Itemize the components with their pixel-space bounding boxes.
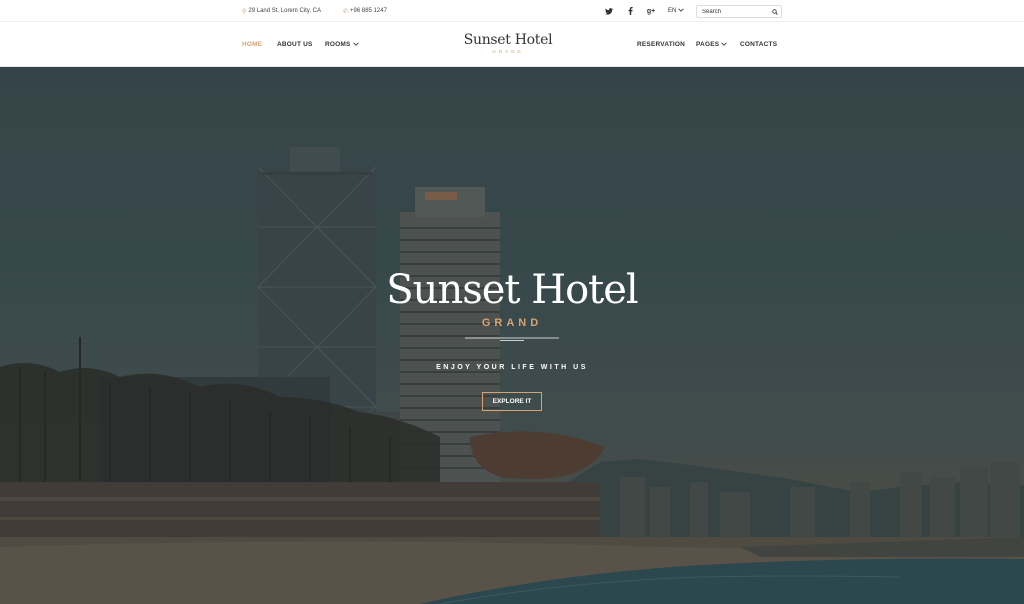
phone-icon: ✆ <box>343 8 349 15</box>
search-input[interactable] <box>697 6 769 17</box>
nav-pages[interactable]: PAGES <box>696 22 727 67</box>
logo-sub: GRAND <box>492 49 524 54</box>
nav-pages-label: PAGES <box>696 41 720 48</box>
contact-phone: ✆ +96 885 1247 <box>343 0 387 22</box>
contact-address: ⚲ 29 Land St. Lorem City, CA <box>242 0 321 22</box>
explore-button[interactable]: EXPLORE IT <box>482 392 542 411</box>
nav-rooms[interactable]: ROOMS <box>325 22 359 67</box>
hero-section: Sunset Hotel GRAND ENJOY YOUR LIFE WITH … <box>0 67 1024 604</box>
chevron-down-icon <box>678 8 685 14</box>
nav-contacts[interactable]: CONTACTS <box>740 22 777 67</box>
top-bar: ⚲ 29 Land St. Lorem City, CA ✆ +96 885 1… <box>0 0 1024 22</box>
site-logo[interactable]: Sunset Hotel GRAND <box>448 32 568 54</box>
facebook-icon[interactable] <box>621 0 639 22</box>
nav-about-us[interactable]: ABOUT US <box>277 22 313 67</box>
chevron-down-icon <box>352 42 359 48</box>
hero-title: Sunset Hotel <box>386 267 638 313</box>
nav-rooms-label: ROOMS <box>325 41 351 48</box>
hero-tagline: ENJOY YOUR LIFE WITH US <box>436 364 588 371</box>
twitter-icon[interactable] <box>600 0 618 22</box>
main-nav: HOME ABOUT US ROOMS Sunset Hotel GRAND R… <box>0 22 1024 67</box>
hero-divider <box>465 337 559 341</box>
address-text: 29 Land St. Lorem City, CA <box>248 8 321 14</box>
language-label: EN <box>668 8 677 14</box>
hero-subtitle: GRAND <box>481 317 543 329</box>
logo-name: Sunset Hotel <box>463 32 553 48</box>
social-links: g+ <box>600 0 663 22</box>
phone-text: +96 885 1247 <box>350 8 387 14</box>
search-icon[interactable] <box>769 6 781 17</box>
search-box <box>696 5 782 18</box>
map-pin-icon: ⚲ <box>242 8 247 15</box>
chevron-down-icon <box>721 42 727 48</box>
nav-reservation[interactable]: RESERVATION <box>637 22 685 67</box>
google-plus-icon[interactable]: g+ <box>642 0 660 22</box>
language-selector[interactable]: EN <box>668 0 685 22</box>
nav-home[interactable]: HOME <box>242 22 262 67</box>
